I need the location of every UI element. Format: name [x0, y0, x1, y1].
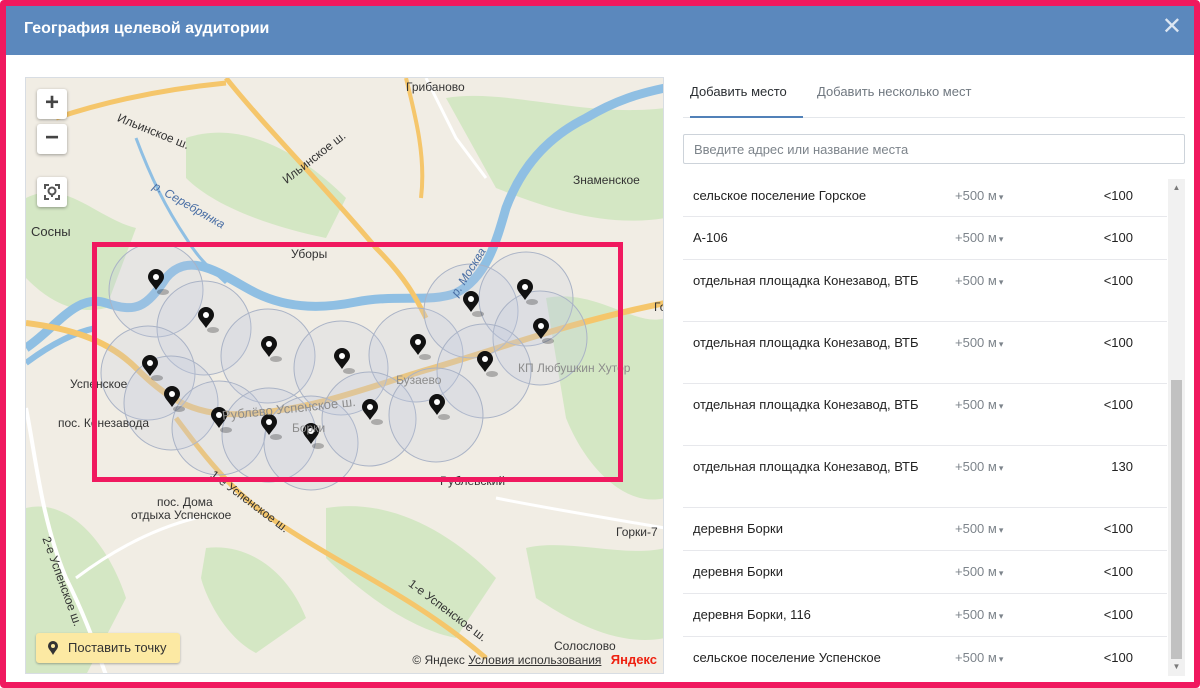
list-item: отдельная площадка Конезавод, ВТБ +500 м…: [683, 260, 1167, 322]
map[interactable]: Грибаново Ильинское ш. Ильинское ш. Знам…: [25, 77, 664, 674]
list-item: отдельная площадка Конезавод, ВТБ +500 м…: [683, 446, 1167, 508]
zoom-in-button[interactable]: +: [37, 89, 67, 119]
radius-select[interactable]: +500 м ▾: [955, 333, 1003, 354]
tab-bar: Добавить место Добавить несколько мест: [683, 80, 1185, 118]
radius-value: +500 м: [955, 459, 997, 474]
radius-select[interactable]: +500 м ▾: [955, 648, 1003, 669]
audience-count: <100: [1103, 273, 1133, 288]
highlight-frame: [92, 242, 623, 482]
place-name: деревня Борки: [693, 564, 783, 579]
zoom-out-button[interactable]: −: [37, 124, 67, 154]
radius-value: +500 м: [955, 564, 997, 579]
modal-window: География целевой аудитории ✕ Грибаново …: [0, 0, 1200, 688]
scroll-thumb[interactable]: [1171, 380, 1182, 659]
yandex-logo: Яндекс: [610, 652, 657, 667]
audience-count: <100: [1103, 564, 1133, 579]
map-label: Сосны: [31, 224, 71, 239]
place-name: отдельная площадка Конезавод, ВТБ: [693, 273, 919, 288]
radius-value: +500 м: [955, 188, 997, 203]
geolocation-icon: [44, 184, 60, 200]
list-item: отдельная площадка Конезавод, ВТБ +500 м…: [683, 384, 1167, 446]
audience-count: <100: [1103, 188, 1133, 203]
map-label: пос. Дома: [157, 495, 213, 509]
tab-add-place[interactable]: Добавить место: [690, 80, 803, 118]
map-label: Солослово: [554, 639, 616, 653]
map-label: Го: [654, 300, 663, 314]
audience-count: <100: [1103, 230, 1133, 245]
audience-count: <100: [1103, 521, 1133, 536]
scroll-down-icon[interactable]: ▼: [1168, 660, 1185, 674]
radius-value: +500 м: [955, 397, 997, 412]
chevron-down-icon: ▾: [998, 192, 1004, 202]
place-point-label: Поставить точку: [68, 640, 167, 655]
place-name: отдельная площадка Конезавод, ВТБ: [693, 397, 919, 412]
list-item: деревня Борки +500 м ▾ <100: [683, 508, 1167, 551]
radius-value: +500 м: [955, 335, 997, 350]
radius-select[interactable]: +500 м ▾: [955, 228, 1003, 249]
audience-count: <100: [1103, 650, 1133, 665]
map-copyright: © Яндекс Условия использования Яндекс: [412, 652, 657, 667]
map-label: Горки-7: [616, 525, 658, 539]
copyright-text: © Яндекс: [412, 653, 465, 667]
place-name: А-106: [693, 230, 728, 245]
radius-value: +500 м: [955, 521, 997, 536]
place-name: отдельная площадка Конезавод, ВТБ: [693, 459, 919, 474]
chevron-down-icon: ▾: [998, 401, 1004, 411]
radius-select[interactable]: +500 м ▾: [955, 395, 1003, 416]
map-label: отдыха Успенское: [131, 508, 232, 522]
map-label: Грибаново: [406, 80, 465, 94]
close-icon[interactable]: ✕: [1162, 15, 1182, 39]
chevron-down-icon: ▾: [998, 611, 1004, 621]
list-item: сельское поселение Успенское +500 м ▾ <10…: [683, 637, 1167, 676]
list-scrollbar[interactable]: ▲ ▼: [1168, 179, 1185, 676]
list-item: деревня Борки, 116 +500 м ▾ <100: [683, 594, 1167, 637]
scroll-up-icon[interactable]: ▲: [1168, 181, 1185, 195]
audience-count: <100: [1103, 335, 1133, 350]
radius-select[interactable]: +500 м ▾: [955, 605, 1003, 626]
radius-select[interactable]: +500 м ▾: [955, 186, 1003, 207]
modal-header: География целевой аудитории ✕: [6, 6, 1194, 55]
chevron-down-icon: ▾: [998, 234, 1004, 244]
place-name: деревня Борки: [693, 521, 783, 536]
chevron-down-icon: ▾: [998, 277, 1004, 287]
chevron-down-icon: ▾: [998, 339, 1004, 349]
audience-count: <100: [1103, 607, 1133, 622]
address-search-input[interactable]: [683, 134, 1185, 164]
radius-value: +500 м: [955, 273, 997, 288]
radius-select[interactable]: +500 м ▾: [955, 562, 1003, 583]
list-item: сельское поселение Горское +500 м ▾ <100: [683, 179, 1167, 217]
audience-count: 130: [1111, 459, 1133, 474]
map-pin-icon: [48, 641, 58, 655]
radius-value: +500 м: [955, 230, 997, 245]
terms-link[interactable]: Условия использования: [468, 653, 601, 667]
radius-select[interactable]: +500 м ▾: [955, 457, 1003, 478]
place-name: сельское поселение Горское: [693, 188, 867, 203]
tab-add-multiple-places[interactable]: Добавить несколько мест: [817, 80, 971, 118]
chevron-down-icon: ▾: [998, 525, 1004, 535]
list-item: отдельная площадка Конезавод, ВТБ +500 м…: [683, 322, 1167, 384]
place-name: отдельная площадка Конезавод, ВТБ: [693, 335, 919, 350]
chevron-down-icon: ▾: [998, 654, 1004, 664]
map-label: Знаменское: [573, 173, 640, 187]
chevron-down-icon: ▾: [998, 463, 1004, 473]
radius-select[interactable]: +500 м ▾: [955, 271, 1003, 292]
geolocation-button[interactable]: [37, 177, 67, 207]
places-list: сельское поселение Горское +500 м ▾ <100 …: [683, 179, 1167, 676]
radius-select[interactable]: +500 м ▾: [955, 519, 1003, 540]
radius-value: +500 м: [955, 607, 997, 622]
place-name: сельское поселение Успенское: [693, 650, 881, 665]
place-point-button[interactable]: Поставить точку: [36, 633, 181, 663]
chevron-down-icon: ▾: [998, 568, 1004, 578]
radius-value: +500 м: [955, 650, 997, 665]
audience-count: <100: [1103, 397, 1133, 412]
list-item: деревня Борки +500 м ▾ <100: [683, 551, 1167, 594]
place-name: деревня Борки, 116: [693, 607, 811, 622]
list-item: А-106 +500 м ▾ <100: [683, 217, 1167, 260]
modal-title: География целевой аудитории: [24, 20, 270, 37]
